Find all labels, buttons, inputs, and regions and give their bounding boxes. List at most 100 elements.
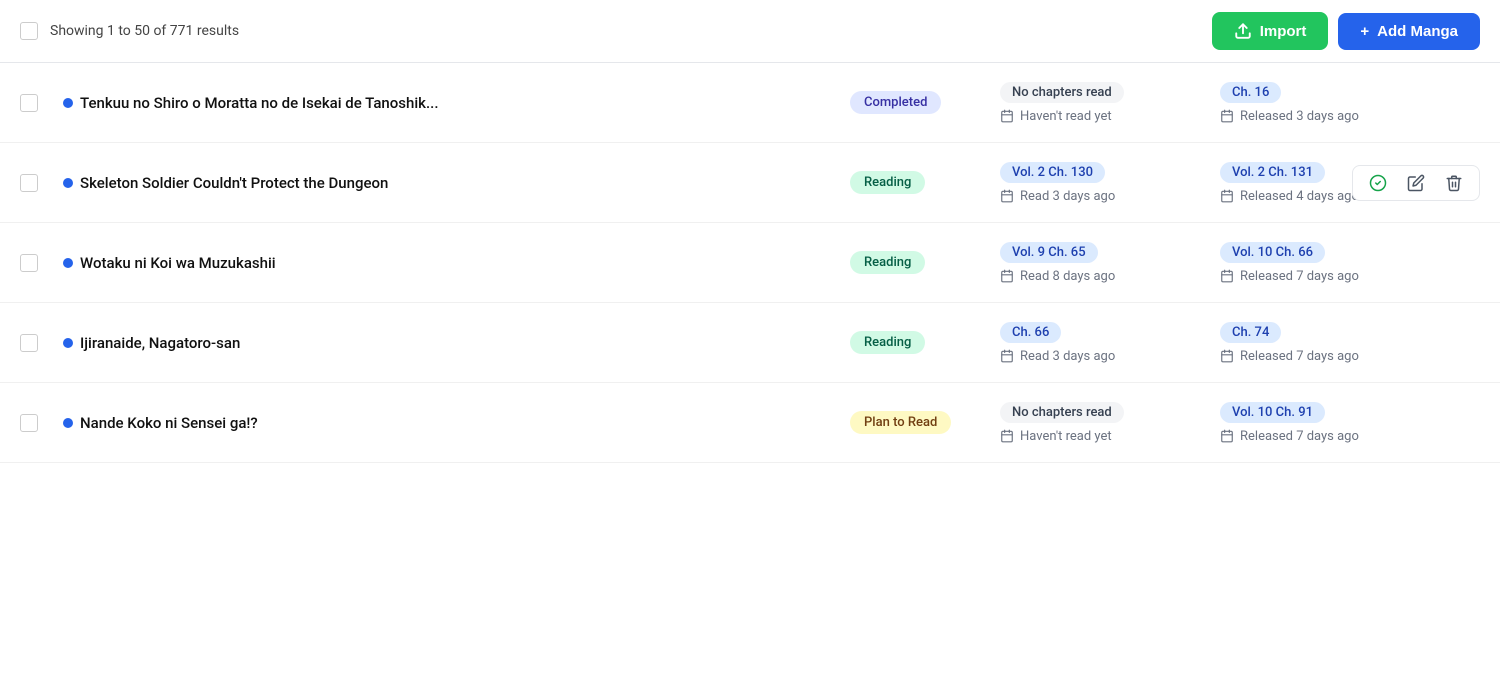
calendar-icon [1000, 349, 1014, 363]
read-date-text: Read 3 days ago [1020, 349, 1115, 364]
read-col: Vol. 9 Ch. 65 Read 8 days ago [1000, 242, 1220, 284]
row-checkbox-1[interactable] [20, 94, 38, 112]
release-date-text: Released 7 days ago [1240, 349, 1359, 364]
status-col: Reading [850, 331, 1000, 354]
status-badge[interactable]: Plan to Read [850, 411, 951, 434]
status-badge[interactable]: Completed [850, 91, 941, 114]
dot-col [56, 258, 80, 268]
select-all-checkbox[interactable] [20, 22, 38, 40]
delete-button[interactable] [1437, 170, 1471, 196]
manga-title[interactable]: Skeleton Soldier Couldn't Protect the Du… [80, 174, 388, 192]
status-col: Plan to Read [850, 411, 1000, 434]
unread-dot [63, 418, 73, 428]
import-button[interactable]: Import [1212, 12, 1329, 50]
plus-icon: + [1360, 23, 1369, 40]
checkbox-col [20, 174, 56, 192]
calendar-icon [1220, 349, 1234, 363]
checkbox-col [20, 94, 56, 112]
release-col: Ch. 16 Released 3 days ago [1220, 82, 1480, 124]
manga-title[interactable]: Ijiranaide, Nagatoro-san [80, 334, 240, 352]
manga-row: Nande Koko ni Sensei ga!? Plan to Read N… [0, 383, 1500, 463]
unread-dot [63, 258, 73, 268]
read-date-info: Haven't read yet [1000, 109, 1220, 124]
row-checkbox-2[interactable] [20, 174, 38, 192]
calendar-icon [1220, 109, 1234, 123]
title-col: Ijiranaide, Nagatoro-san [80, 334, 850, 352]
status-badge[interactable]: Reading [850, 171, 925, 194]
release-col: Ch. 74 Released 7 days ago [1220, 322, 1480, 364]
dot-col [56, 338, 80, 348]
checkbox-col [20, 334, 56, 352]
read-col: No chapters read Haven't read yet [1000, 402, 1220, 444]
dot-col [56, 98, 80, 108]
read-chapter-badge: Ch. 66 [1000, 322, 1061, 343]
status-col: Reading [850, 251, 1000, 274]
manga-row: Ijiranaide, Nagatoro-san Reading Ch. 66 … [0, 303, 1500, 383]
read-chapter-badge: Vol. 9 Ch. 65 [1000, 242, 1098, 263]
checkbox-col [20, 414, 56, 432]
calendar-icon [1220, 429, 1234, 443]
status-badge[interactable]: Reading [850, 331, 925, 354]
row-checkbox-4[interactable] [20, 334, 38, 352]
read-date-text: Haven't read yet [1020, 429, 1112, 444]
read-chapter-badge: Vol. 2 Ch. 130 [1000, 162, 1105, 183]
release-date-info: Released 7 days ago [1220, 429, 1480, 444]
read-date-info: Read 8 days ago [1000, 269, 1220, 284]
read-date-info: Haven't read yet [1000, 429, 1220, 444]
read-date-info: Read 3 days ago [1000, 349, 1220, 364]
trash-icon [1445, 174, 1463, 192]
no-chapters-badge: No chapters read [1000, 402, 1124, 423]
latest-chapter-badge[interactable]: Ch. 74 [1220, 322, 1281, 343]
latest-chapter-badge[interactable]: Vol. 2 Ch. 131 [1220, 162, 1325, 183]
latest-chapter-badge[interactable]: Vol. 10 Ch. 91 [1220, 402, 1325, 423]
read-date-info: Read 3 days ago [1000, 189, 1220, 204]
release-date-text: Released 7 days ago [1240, 429, 1359, 444]
unread-dot [63, 338, 73, 348]
manga-title[interactable]: Wotaku ni Koi wa Muzukashii [80, 254, 276, 272]
calendar-icon [1000, 109, 1014, 123]
title-col: Tenkuu no Shiro o Moratta no de Isekai d… [80, 94, 850, 112]
release-date-info: Released 7 days ago [1220, 349, 1480, 364]
read-date-text: Haven't read yet [1020, 109, 1112, 124]
showing-text: Showing 1 to 50 of 771 results [50, 23, 239, 39]
read-date-text: Read 3 days ago [1020, 189, 1115, 204]
no-chapters-badge: No chapters read [1000, 82, 1124, 103]
status-col: Completed [850, 91, 1000, 114]
dot-col [56, 418, 80, 428]
release-date-info: Released 7 days ago [1220, 269, 1480, 284]
unread-dot [63, 98, 73, 108]
read-col: Ch. 66 Read 3 days ago [1000, 322, 1220, 364]
read-date-text: Read 8 days ago [1020, 269, 1115, 284]
title-col: Wotaku ni Koi wa Muzukashii [80, 254, 850, 272]
add-manga-button[interactable]: + Add Manga [1338, 13, 1480, 50]
manga-list: Tenkuu no Shiro o Moratta no de Isekai d… [0, 63, 1500, 463]
edit-icon [1407, 174, 1425, 192]
check-circle-icon [1369, 174, 1387, 192]
calendar-icon [1000, 189, 1014, 203]
manga-title[interactable]: Tenkuu no Shiro o Moratta no de Isekai d… [80, 94, 438, 112]
edit-button[interactable] [1399, 170, 1433, 196]
calendar-icon [1000, 429, 1014, 443]
row-checkbox-5[interactable] [20, 414, 38, 432]
status-badge[interactable]: Reading [850, 251, 925, 274]
read-col: No chapters read Haven't read yet [1000, 82, 1220, 124]
release-col: Vol. 10 Ch. 66 Released 7 days ago [1220, 242, 1480, 284]
calendar-icon [1220, 269, 1234, 283]
latest-chapter-badge[interactable]: Ch. 16 [1220, 82, 1281, 103]
manga-row: Tenkuu no Shiro o Moratta no de Isekai d… [0, 63, 1500, 143]
manga-row: Skeleton Soldier Couldn't Protect the Du… [0, 143, 1500, 223]
release-col: Vol. 10 Ch. 91 Released 7 days ago [1220, 402, 1480, 444]
latest-chapter-badge[interactable]: Vol. 10 Ch. 66 [1220, 242, 1325, 263]
action-buttons [1352, 165, 1480, 201]
manga-title[interactable]: Nande Koko ni Sensei ga!? [80, 414, 258, 432]
read-col: Vol. 2 Ch. 130 Read 3 days ago [1000, 162, 1220, 204]
title-col: Skeleton Soldier Couldn't Protect the Du… [80, 174, 850, 192]
row-checkbox-3[interactable] [20, 254, 38, 272]
mark-read-button[interactable] [1361, 170, 1395, 196]
calendar-icon [1000, 269, 1014, 283]
upload-icon [1234, 22, 1252, 40]
release-date-text: Released 3 days ago [1240, 109, 1359, 124]
dot-col [56, 178, 80, 188]
status-col: Reading [850, 171, 1000, 194]
checkbox-col [20, 254, 56, 272]
